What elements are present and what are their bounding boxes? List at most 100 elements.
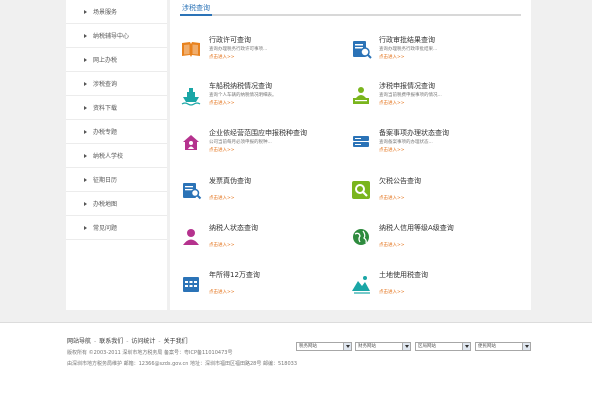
query-description: 查询当前税费申报事项的情况... [379,93,442,98]
sidebar-item[interactable]: 征期日历 [66,168,167,192]
sidebar-item[interactable]: 办税地图 [66,192,167,216]
query-description: 查询个人车辆的纳税情况明细表。 [209,93,277,98]
arrow-right-icon [84,81,87,86]
sidebar-item-label: 资料下载 [93,105,118,112]
arrow-right-icon [84,57,87,62]
query-title-link[interactable]: 纳税人状态查询 [209,223,258,233]
enter-link[interactable]: 点击进入>> [209,289,235,295]
sidebar-item-label: 涉税查询 [93,81,118,88]
invoice-search-icon[interactable] [180,179,202,201]
site-select[interactable]: 区局网站 [415,342,471,351]
arrow-right-icon [84,201,87,206]
query-title-link[interactable]: 行政许可查询 [209,35,251,45]
sidebar-item[interactable]: 纳税人学校 [66,144,167,168]
sidebar-item[interactable]: 场景服务 [66,0,167,24]
select-value: 区局网站 [418,344,436,349]
sidebar-item-label: 办税地图 [93,201,118,208]
arrow-right-icon [84,105,87,110]
enter-link[interactable]: 点击进入>> [379,289,405,295]
sidebar-item-label: 纳税辅导中心 [93,33,130,40]
search-icon[interactable] [350,179,372,201]
query-title-link[interactable]: 纳税人信用等级A级查询 [379,223,454,233]
footer-nav-link[interactable]: 联系我们 [99,338,123,345]
enter-link[interactable]: 点击进入>> [379,54,405,60]
query-item: 企业依经营范围应申报税种查询 公司当前每月必须申报的税种... 点击进入>> [180,127,340,163]
site-select[interactable]: 税务网站 [296,342,352,351]
query-item: 行政许可查询查询办理税务行政许可事项... 点击进入>> [180,34,340,70]
nav-separator: - [94,338,97,345]
footer-nav-link[interactable]: 访问统计 [131,338,155,345]
house-person-icon[interactable] [180,131,202,153]
document-search-icon[interactable] [350,38,372,60]
sidebar-item[interactable]: 纳税辅导中心 [66,24,167,48]
ship-icon[interactable] [180,84,202,106]
chevron-down-icon[interactable] [343,343,351,350]
select-value: 便民网站 [478,344,496,349]
query-title-link[interactable]: 备案事项办理状态查询 [379,128,449,138]
chevron-down-icon[interactable] [402,343,410,350]
query-item: 欠税公告查询点击进入>> [350,175,510,211]
site-select[interactable]: 财务网站 [355,342,411,351]
arrow-right-icon [84,33,87,38]
enter-link[interactable]: 点击进入>> [379,100,405,106]
footer-nav-link[interactable]: 关于我们 [164,338,188,345]
query-item: 纳税人信用等级A级查询点击进入>> [350,222,510,258]
arrow-right-icon [84,225,87,230]
sidebar-item[interactable]: 办税专题 [66,120,167,144]
query-item: 发票真伪查询点击进入>> [180,175,340,211]
sidebar-item[interactable]: 资料下载 [66,96,167,120]
arrow-right-icon [84,9,87,14]
enter-link[interactable]: 点击进入>> [379,242,405,248]
sidebar-item-label: 常见问题 [93,225,118,232]
query-title-link[interactable]: 土地使用税查询 [379,270,428,280]
sidebar-item[interactable]: 涉税查询 [66,72,167,96]
enter-link[interactable]: 点击进入>> [379,147,405,153]
chevron-down-icon[interactable] [462,343,470,350]
site-select[interactable]: 便民网站 [475,342,531,351]
arrow-right-icon [84,129,87,134]
sidebar-item-label: 网上办税 [93,57,118,64]
footer-copyright: 版权所有 ©2003-2011 深圳市地方税务局 备案号：粤ICP备110104… [67,350,233,356]
select-value: 财务网站 [358,344,376,349]
query-description: 查询备案事项的办理状态... [379,140,433,145]
tab-tax-query[interactable]: 涉税查询 [180,3,212,16]
sidebar-item-label: 征期日历 [93,177,118,184]
footer-nav-link[interactable]: 网站导航 [67,338,91,345]
enter-link[interactable]: 点击进入>> [209,195,235,201]
query-title-link[interactable]: 欠税公告查询 [379,176,421,186]
query-title-link[interactable]: 企业依经营范围应申报税种查询 [209,128,307,138]
nav-separator: - [158,338,161,345]
calendar-icon[interactable] [180,273,202,295]
enter-link[interactable]: 点击进入>> [379,195,405,201]
footer-maintainer: 由深圳市地方税务局维护 邮箱：12366@szds.gov.cn 地址：深圳市福… [67,361,298,367]
query-title-link[interactable]: 发票真伪查询 [209,176,251,186]
user-icon[interactable] [180,226,202,248]
arrow-right-icon [84,177,87,182]
tab-bar-line [180,14,521,16]
query-description: 查询办理税务行政审批结果... [379,47,438,52]
query-item: 纳税人状态查询点击进入>> [180,222,340,258]
query-item: 车船税纳税情况查询查询个人车辆的纳税情况明细表。 点击进入>> [180,80,340,116]
enter-link[interactable]: 点击进入>> [209,147,235,153]
enter-link[interactable]: 点击进入>> [209,54,235,60]
globe-icon[interactable] [350,226,372,248]
sidebar-item[interactable]: 网上办税 [66,48,167,72]
enter-link[interactable]: 点击进入>> [209,100,235,106]
query-description: 查询办理税务行政许可事项... [209,47,268,52]
query-title-link[interactable]: 涉税申报情况查询 [379,81,435,91]
query-title-link[interactable]: 行政审批结果查询 [379,35,435,45]
person-board-icon[interactable] [350,84,372,106]
query-title-link[interactable]: 年所得12万查询 [209,270,260,280]
footer-nav: 网站导航 - 联系我们 - 访问统计 - 关于我们 [67,336,188,345]
sidebar-item-label: 纳税人学校 [93,153,124,160]
query-item: 涉税申报情况查询查询当前税费申报事项的情况... 点击进入>> [350,80,510,116]
sidebar: 场景服务纳税辅导中心 网上办税涉税查询资料下载办税专题纳税人学校征期日历办税地图常… [66,0,167,310]
land-icon[interactable] [350,273,372,295]
query-item: 备案事项办理状态查询查询备案事项的办理状态... 点击进入>> [350,127,510,163]
enter-link[interactable]: 点击进入>> [209,242,235,248]
query-title-link[interactable]: 车船税纳税情况查询 [209,81,272,91]
chevron-down-icon[interactable] [522,343,530,350]
book-icon[interactable] [180,38,202,60]
database-icon[interactable] [350,131,372,153]
sidebar-item[interactable]: 常见问题 [66,216,167,240]
